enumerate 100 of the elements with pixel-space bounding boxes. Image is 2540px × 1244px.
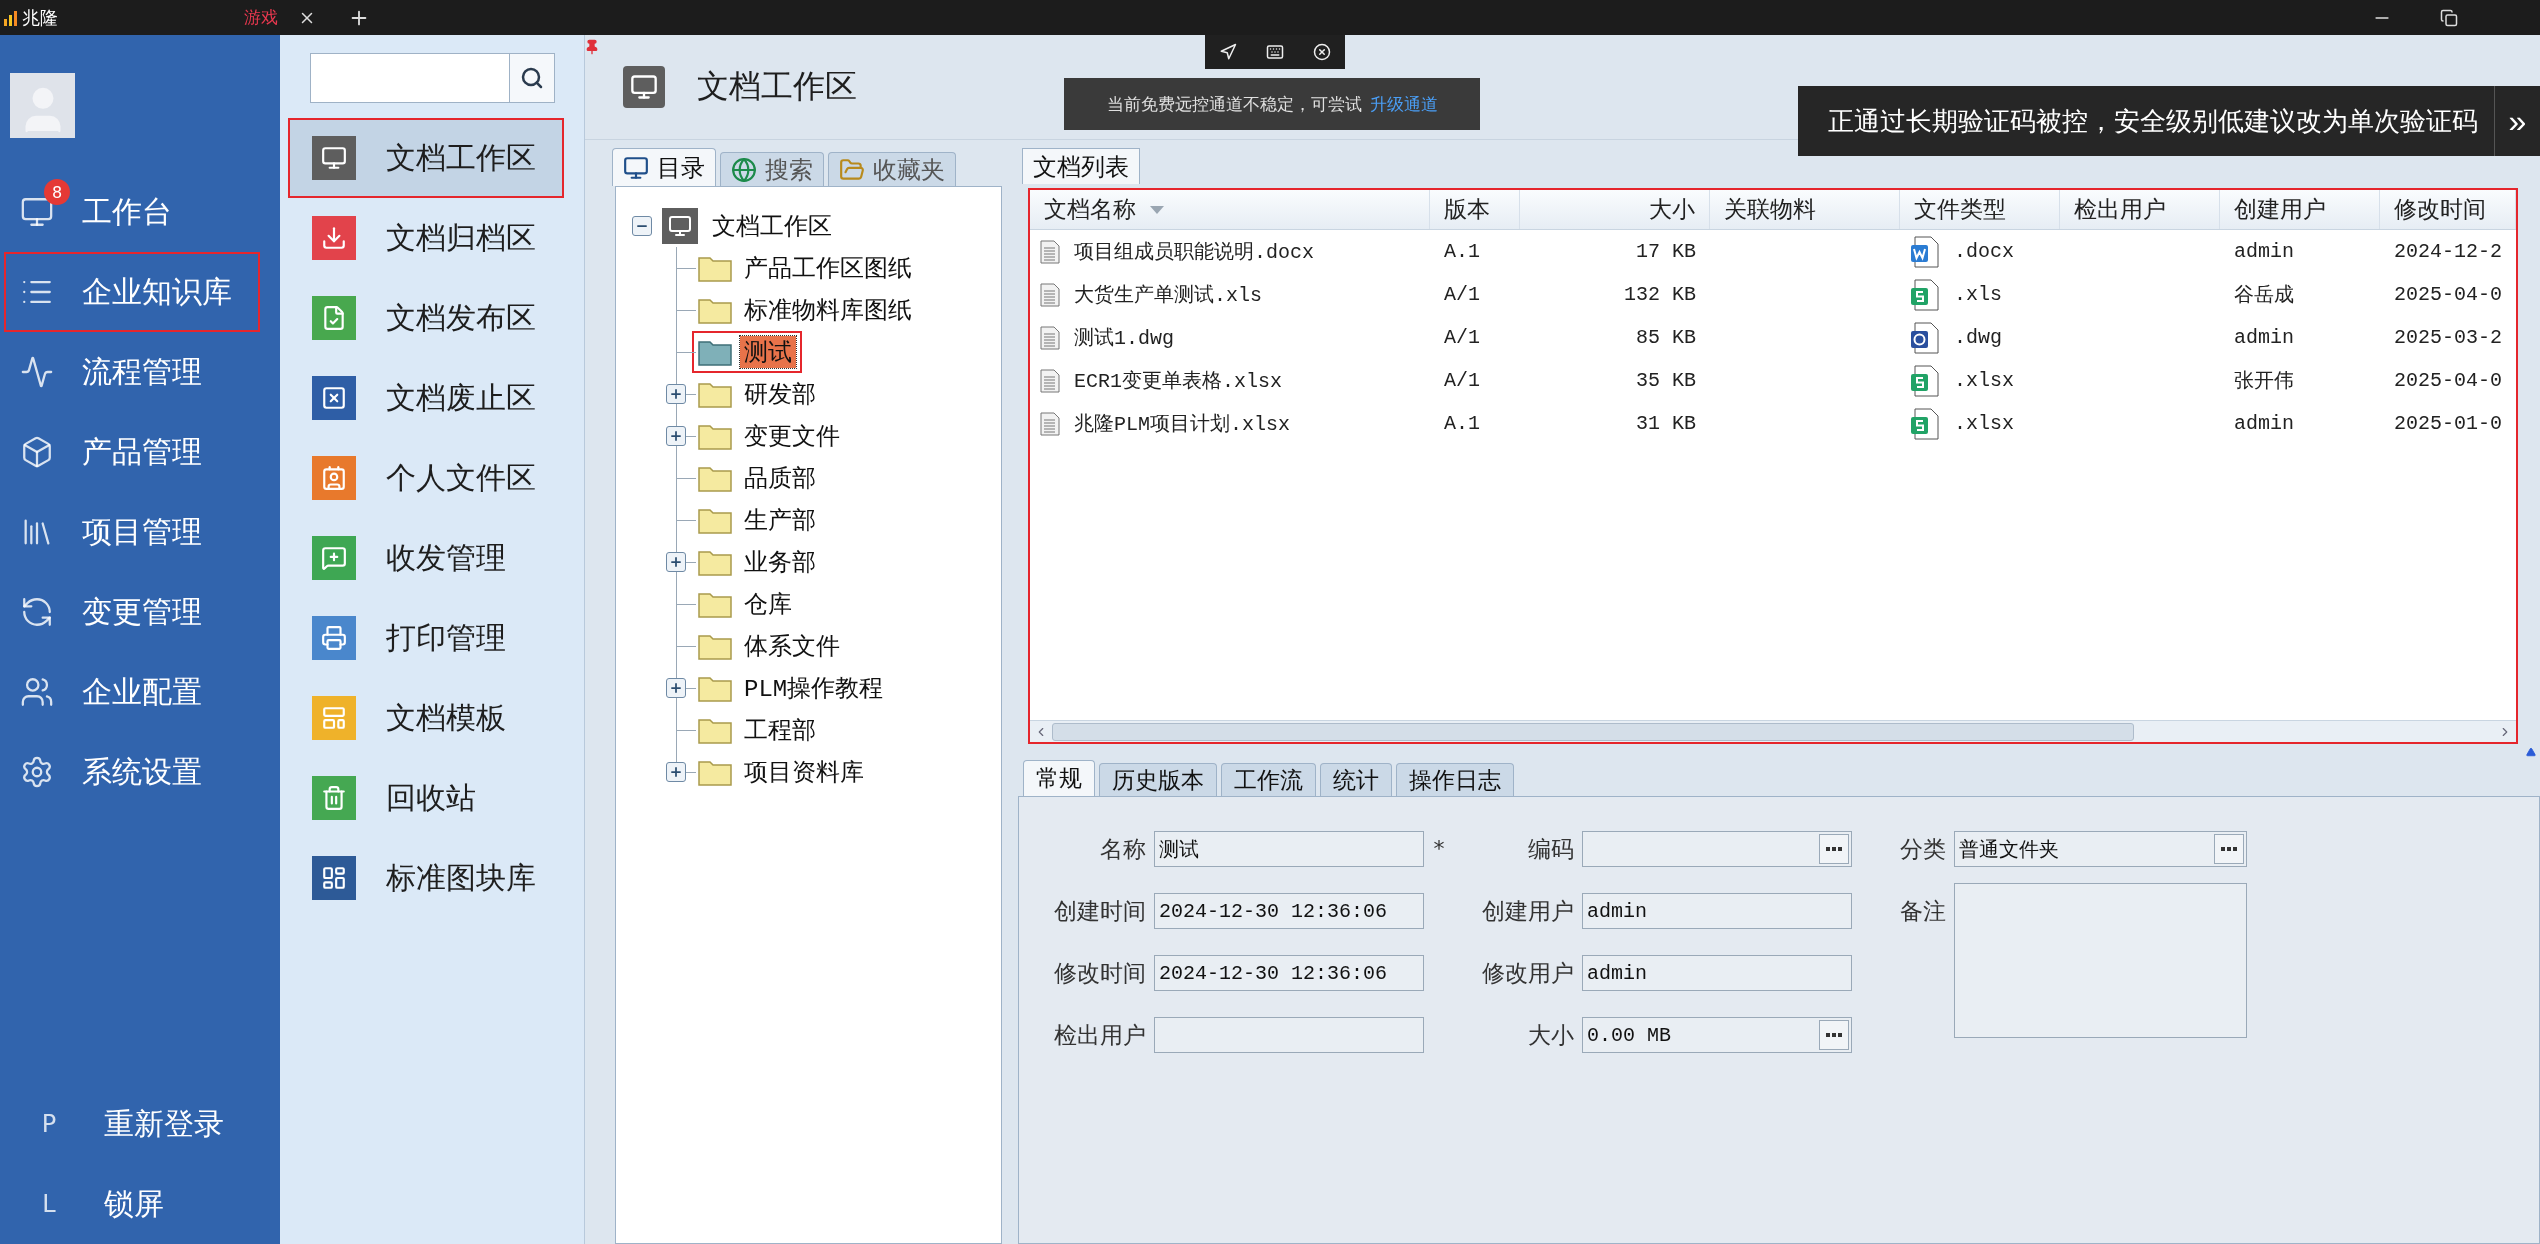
sidebar-item[interactable]: 流程管理 (4, 332, 260, 412)
nav-item[interactable]: 文档归档区 (288, 198, 564, 278)
browse-button[interactable] (2214, 834, 2244, 864)
input-field[interactable] (1154, 1017, 1424, 1053)
nav-item[interactable]: 文档废止区 (288, 358, 564, 438)
folder-icon (698, 590, 732, 618)
tree-item[interactable]: 文档工作区 (708, 210, 836, 242)
file-icon (1040, 325, 1060, 350)
table-cell-text: A/1 (1443, 369, 1481, 392)
tree-item[interactable]: 产品工作区图纸 (740, 252, 916, 284)
nav-item[interactable]: 回收站 (288, 758, 564, 838)
picker-field[interactable] (1582, 831, 1852, 867)
column-header[interactable]: 大小 (1520, 190, 1710, 229)
column-header[interactable]: 修改时间 (2380, 190, 2516, 229)
sidebar-item[interactable]: 企业配置 (4, 652, 260, 732)
sidebar-item[interactable]: 变更管理 (4, 572, 260, 652)
pin-icon[interactable] (584, 39, 600, 55)
sidebar-item[interactable]: L 锁屏 (4, 1164, 260, 1244)
folder-icon (698, 464, 732, 492)
input-field[interactable]: 测试 (1154, 831, 1424, 867)
nav-item[interactable]: 文档工作区 (288, 118, 564, 198)
input-field[interactable]: admin (1582, 955, 1852, 991)
tab[interactable]: 常规 (1023, 760, 1095, 796)
sidebar-item[interactable]: 系统设置 (4, 732, 260, 812)
collapse-arrow-icon[interactable] (2526, 747, 2536, 757)
table-cell-text: A.1 (1443, 412, 1481, 435)
browse-button[interactable] (1819, 1020, 1849, 1050)
column-header[interactable]: 文档名称 (1030, 190, 1430, 229)
spreadsheet-icon (1910, 364, 1940, 397)
expand-icon[interactable] (666, 552, 686, 572)
tree-item[interactable]: 工程部 (740, 714, 820, 746)
table-cell: .dwg (1954, 326, 2002, 349)
picker-field[interactable]: 普通文件夹 (1954, 831, 2247, 867)
browse-button[interactable] (1819, 834, 1849, 864)
tree-item[interactable]: 变更文件 (740, 420, 844, 452)
logo-icon (4, 9, 18, 26)
input-field[interactable]: 2024-12-30 12:36:06 (1154, 955, 1424, 991)
table-cell-text: ECR1变更单表格.xlsx (1074, 369, 1283, 394)
table-cell-text: A/1 (1443, 283, 1481, 306)
notes-field[interactable] (1954, 883, 2247, 1038)
field-label: 修改用户 (1481, 959, 1575, 988)
table-cell-text: 谷岳成 (2233, 283, 2295, 308)
tab[interactable]: 收藏夹 (828, 152, 956, 186)
search-field[interactable] (310, 53, 510, 103)
tab[interactable]: 历史版本 (1099, 763, 1217, 796)
tab[interactable]: 文档列表 (1022, 148, 1140, 184)
column-header[interactable]: 文件类型 (1900, 190, 2060, 229)
input-field[interactable]: 2024-12-30 12:36:06 (1154, 893, 1424, 929)
tree-item[interactable]: 测试 (740, 336, 796, 368)
folder-icon (698, 506, 732, 534)
nav-item[interactable]: 文档发布区 (288, 278, 564, 358)
tree-item[interactable]: 体系文件 (740, 630, 844, 662)
input-field[interactable]: admin (1582, 893, 1852, 929)
tab[interactable]: 搜索 (720, 152, 824, 186)
tree-item[interactable]: 仓库 (740, 588, 796, 620)
sidebar-item[interactable]: 项目管理 (4, 492, 260, 572)
close-icon[interactable] (1312, 43, 1331, 61)
tree-item[interactable]: 品质部 (740, 462, 820, 494)
nav-item[interactable]: 收发管理 (288, 518, 564, 598)
tree-item[interactable]: 项目资料库 (740, 756, 868, 788)
tree-item[interactable]: PLM操作教程 (740, 672, 888, 704)
field-label: 名称 (1099, 835, 1147, 864)
tree-item[interactable]: 生产部 (740, 504, 820, 536)
expand-icon[interactable] (666, 426, 686, 446)
sidebar-item[interactable]: 企业知识库 (4, 252, 260, 332)
picker-field[interactable]: 0.00 MB (1582, 1017, 1852, 1053)
nav-item[interactable]: 个人文件区 (288, 438, 564, 518)
expand-icon[interactable] (666, 384, 686, 404)
scrollbar[interactable] (1030, 720, 2516, 742)
users-icon (20, 675, 54, 709)
folder-icon (698, 716, 732, 744)
expand-icon[interactable] (666, 678, 686, 698)
tree-item[interactable]: 业务部 (740, 546, 820, 578)
sidebar-item[interactable]: 8 工作台 (4, 172, 260, 252)
tree-item[interactable]: 研发部 (740, 378, 820, 410)
search-button[interactable] (510, 53, 555, 103)
shortcut-key: P (40, 1110, 58, 1138)
tab[interactable]: 统计 (1320, 763, 1392, 796)
upgrade-link[interactable]: 升级通道 (1369, 92, 1438, 116)
column-header[interactable]: 检出用户 (2060, 190, 2220, 229)
file-icon (1040, 368, 1060, 393)
expand-icon[interactable] (666, 762, 686, 782)
tab[interactable]: 工作流 (1221, 763, 1316, 796)
nav-item[interactable]: 标准图块库 (288, 838, 564, 918)
table-cell-text: 2025-04-0 (2393, 369, 2504, 392)
keyboard-icon[interactable] (1266, 43, 1284, 61)
sidebar-item[interactable]: 产品管理 (4, 412, 260, 492)
column-header[interactable]: 关联物料 (1710, 190, 1900, 229)
column-header[interactable]: 版本 (1430, 190, 1520, 229)
tab[interactable]: 目录 (612, 148, 716, 186)
tab[interactable]: 操作日志 (1396, 763, 1514, 796)
nav-item[interactable]: 文档模板 (288, 678, 564, 758)
sidebar-item[interactable]: P 重新登录 (4, 1084, 260, 1164)
restore-icon[interactable] (2440, 8, 2458, 27)
tree-item[interactable]: 标准物料库图纸 (740, 294, 916, 326)
nav-item[interactable]: 打印管理 (288, 598, 564, 678)
tab-title[interactable]: 兆隆 (22, 5, 222, 30)
collapse-icon[interactable] (632, 216, 652, 236)
column-header[interactable]: 创建用户 (2220, 190, 2380, 229)
pointer-icon[interactable] (1219, 43, 1238, 61)
